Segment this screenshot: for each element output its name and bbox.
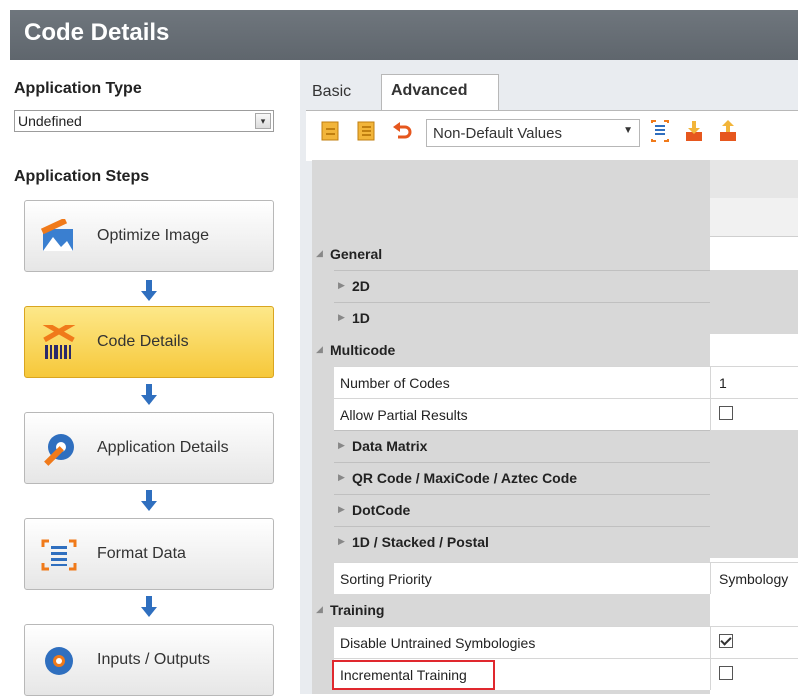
property-disable-untrained-symbologies[interactable]: Disable Untrained Symbologies — [312, 626, 798, 658]
collapse-icon[interactable]: ◢ — [316, 344, 323, 355]
step-application-details[interactable]: Application Details — [24, 412, 274, 484]
property-sorting-priority[interactable]: Sorting Priority Symbology — [312, 562, 798, 594]
tab-basic[interactable]: Basic — [306, 74, 382, 110]
step-label: Application Details — [97, 439, 229, 456]
export-icon[interactable] — [718, 120, 738, 142]
application-type-label: Application Type — [14, 80, 142, 97]
filter-select[interactable]: Non-Default Values ▼ — [426, 119, 640, 147]
grid-header-cell — [710, 160, 798, 199]
incremental-training-checkbox[interactable] — [719, 666, 733, 680]
category-general[interactable]: ◢ General — [312, 238, 798, 270]
gear-icon — [45, 647, 73, 675]
step-label: Format Data — [97, 545, 186, 562]
document-icon[interactable] — [320, 120, 340, 142]
highlight-box — [332, 660, 495, 690]
subcategory-2d[interactable]: ▶ 2D — [312, 270, 798, 302]
list-icon[interactable] — [650, 120, 670, 142]
subcategory-qr-maxicode-aztec[interactable]: ▶ QR Code / MaxiCode / Aztec Code — [312, 462, 798, 494]
subcategory-dotcode[interactable]: ▶ DotCode — [312, 494, 798, 526]
expand-icon[interactable]: ▶ — [338, 504, 345, 515]
expand-icon[interactable]: ▶ — [338, 472, 345, 483]
collapse-icon[interactable]: ◢ — [316, 604, 323, 615]
step-inputs-outputs[interactable]: Inputs / Outputs — [24, 624, 274, 696]
step-code-details[interactable]: Code Details — [24, 306, 274, 378]
step-label: Inputs / Outputs — [97, 651, 210, 668]
title-bar: Code Details — [10, 10, 798, 60]
arrow-down-icon — [141, 596, 157, 617]
arrow-down-icon — [141, 490, 157, 511]
category-training[interactable]: ◢ Training — [312, 594, 798, 626]
application-type-select[interactable]: Undefined ▾ — [14, 110, 274, 132]
tools-barcode-icon — [42, 325, 76, 359]
filter-value: Non-Default Values — [433, 125, 562, 142]
application-steps-label: Application Steps — [14, 168, 150, 185]
number-of-codes-value[interactable]: 1 — [719, 375, 727, 391]
property-allow-partial-results[interactable]: Allow Partial Results — [312, 398, 798, 430]
expand-icon[interactable]: ▶ — [338, 536, 345, 547]
disable-untrained-checkbox[interactable] — [719, 634, 733, 648]
dropdown-arrow-icon[interactable]: ▼ — [623, 125, 633, 136]
step-label: Code Details — [97, 333, 189, 350]
format-data-icon — [41, 539, 77, 571]
expand-icon[interactable]: ▶ — [338, 312, 345, 323]
property-number-of-codes[interactable]: Number of Codes 1 — [312, 366, 798, 398]
expand-icon[interactable]: ▶ — [338, 280, 345, 291]
arrow-down-icon — [141, 280, 157, 301]
document-copy-icon[interactable] — [356, 120, 376, 142]
arrow-down-icon — [141, 384, 157, 405]
subcategory-data-matrix[interactable]: ▶ Data Matrix — [312, 430, 798, 462]
gear-wrench-icon — [44, 434, 74, 466]
allow-partial-results-checkbox[interactable] — [719, 406, 733, 420]
grid-header-cell — [710, 198, 798, 237]
subcategory-1d-stacked-postal[interactable]: ▶ 1D / Stacked / Postal — [312, 526, 798, 558]
step-label: Optimize Image — [97, 227, 210, 244]
step-format-data[interactable]: Format Data — [24, 518, 274, 590]
undo-icon[interactable] — [392, 120, 412, 142]
tab-advanced[interactable]: Advanced — [381, 74, 499, 110]
step-optimize-image[interactable]: Optimize Image — [24, 200, 274, 272]
category-multicode[interactable]: ◢ Multicode — [312, 334, 798, 366]
application-type-value: Undefined — [18, 113, 82, 129]
collapse-icon[interactable]: ◢ — [316, 248, 323, 259]
subcategory-1d[interactable]: ▶ 1D — [312, 302, 798, 334]
window-title: Code Details — [24, 19, 170, 46]
wrench-image-icon — [40, 219, 73, 251]
expand-icon[interactable]: ▶ — [338, 440, 345, 451]
import-icon[interactable] — [684, 120, 704, 142]
sorting-priority-value[interactable]: Symbology — [719, 571, 788, 587]
dropdown-arrow-icon[interactable]: ▾ — [255, 113, 271, 129]
